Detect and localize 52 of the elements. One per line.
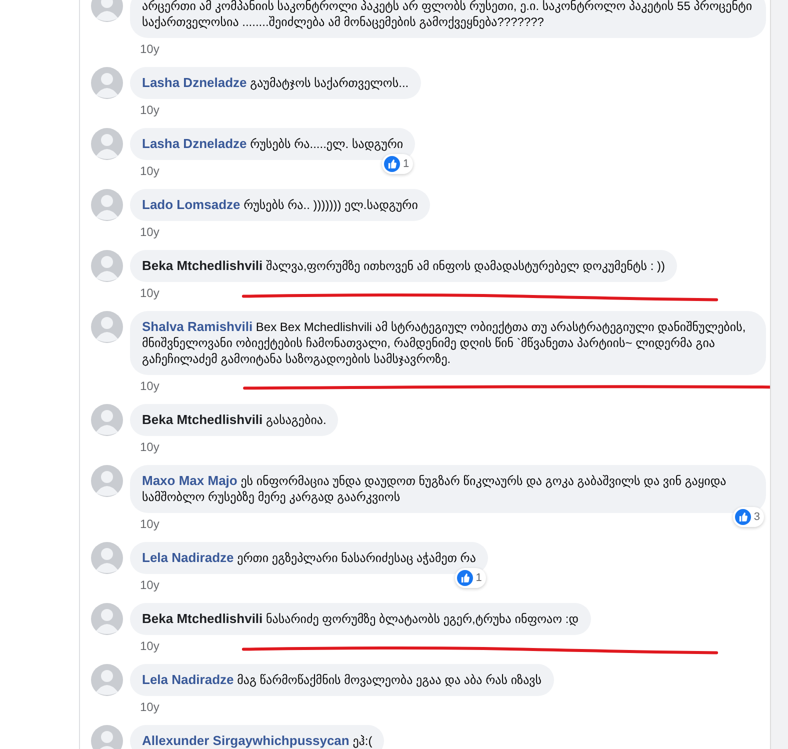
reaction-count[interactable]: 1 [382, 154, 414, 174]
comment-text: Beka Mtchedlishvili გასაგებია. [142, 412, 326, 428]
comment-text: Maxo Max Majo ეს ინფორმაცია უნდა დაუდოთ ნუგზარ წიკლაურს და გოკა გაბაშვილს და ვინ გაყიდა სამშობლო რუსებზე მერე კარგად გაარკვიოს [142, 473, 728, 505]
author-name[interactable]: Lasha Dzneladze [142, 136, 247, 151]
comment-time[interactable]: 10y [140, 103, 160, 117]
comment-time[interactable]: 10y [140, 517, 160, 531]
comment-text: Allexunder Sirgaywhichpussycan ეჰ:( [142, 733, 372, 749]
comment-text: Lasha Dzneladze რუსებს რა.....ელ. სადგური [142, 136, 404, 152]
avatar[interactable] [91, 664, 123, 696]
comment-text: Lela Nadiradze მაგ წარმოწაქმნის მოვალეობა ეგაა და აბა რას იზავს [142, 672, 542, 688]
author-name[interactable]: Beka Mtchedlishvili [142, 611, 263, 626]
comment-time[interactable]: 10y [140, 225, 160, 239]
comment-time[interactable]: 10y [140, 700, 160, 714]
avatar[interactable] [91, 128, 123, 160]
avatar[interactable] [91, 465, 123, 497]
author-name[interactable]: Maxo Max Majo [142, 473, 238, 488]
comment-time[interactable]: 10y [140, 578, 160, 592]
comment-time[interactable]: 10y [140, 286, 160, 300]
reaction-count[interactable]: 3 [732, 507, 764, 527]
comment-text: Shalva Ramishvili Bex Bex Mchedlishvili ამ სტრატეგიულ ობიექტთა თუ არასტრატეგიული დანიშნულების, მნიშვნელოვანი ობიექტების ჩამონათვალი, რამდენიმე დღის წინ `მწვანეთა პარტიის~ ლიდერმა გია გაჩეჩილაძემ გამოიტანა საზოგადოების სამსჯავროზე. [142, 319, 747, 367]
avatar[interactable] [91, 189, 123, 221]
author-name[interactable]: Beka Mtchedlishvili [142, 258, 263, 273]
reaction-count[interactable]: 1 [454, 568, 486, 588]
comment-text: Beka Mtchedlishvili შალვა,ფორუმზე ითხოვენ ამ ინფოს დამადასტურებელ დოკუმენტს : )) [142, 258, 666, 274]
comment-time[interactable]: 10y [140, 440, 160, 454]
comment-time[interactable]: 10y [140, 42, 160, 56]
avatar[interactable] [91, 542, 123, 574]
comment-text: Lela Nadiradze ერთი ეგზეპლარი ნასარიძესაც აჭამეთ რა [142, 550, 476, 566]
comment-time[interactable]: 10y [140, 379, 160, 393]
thumbs-up-icon [384, 156, 400, 172]
avatar[interactable] [91, 725, 123, 749]
thumbs-up-icon [456, 570, 473, 586]
author-name[interactable]: Allexunder Sirgaywhichpussycan [142, 733, 350, 748]
avatar[interactable] [91, 67, 123, 99]
author-name[interactable]: Shalva Ramishvili [142, 319, 253, 334]
avatar[interactable] [91, 311, 123, 343]
comment-text: Lado Lomsadze რუსებს რა.. ))))))) ელ.სადგური [142, 197, 418, 213]
thumbs-up-icon [734, 509, 751, 525]
scrollbar-track[interactable] [770, 0, 788, 749]
comment-time[interactable]: 10y [140, 164, 160, 178]
comment-time[interactable]: 10y [140, 639, 160, 653]
comment-text: არცერთი ამ კომპანიის საკონტროლი პაკეტს არ ფლობს რუსეთი, ე.ი. საკონტროლო პაკეტის 55 პროცენტი საქართველოსია ........შეიძლება ამ მონაცემების გამოქვეყნება??????? [142, 0, 754, 30]
author-name[interactable]: Lela Nadiradze [142, 672, 234, 687]
avatar[interactable] [91, 404, 123, 436]
avatar[interactable] [91, 250, 123, 282]
comment-text: Beka Mtchedlishvili ნასარიძე ფორუმზე ბლატაობს ეგერ,ტრუხა ინფოაო :დ [142, 611, 579, 627]
author-name[interactable]: Lasha Dzneladze [142, 75, 247, 90]
author-name[interactable]: Lado Lomsadze [142, 197, 240, 212]
author-name[interactable]: Lela Nadiradze [142, 550, 234, 565]
comment-text: Lasha Dzneladze გაუმატჯოს საქართველოს... [142, 75, 409, 91]
avatar[interactable] [91, 603, 123, 635]
author-name[interactable]: Beka Mtchedlishvili [142, 412, 263, 427]
